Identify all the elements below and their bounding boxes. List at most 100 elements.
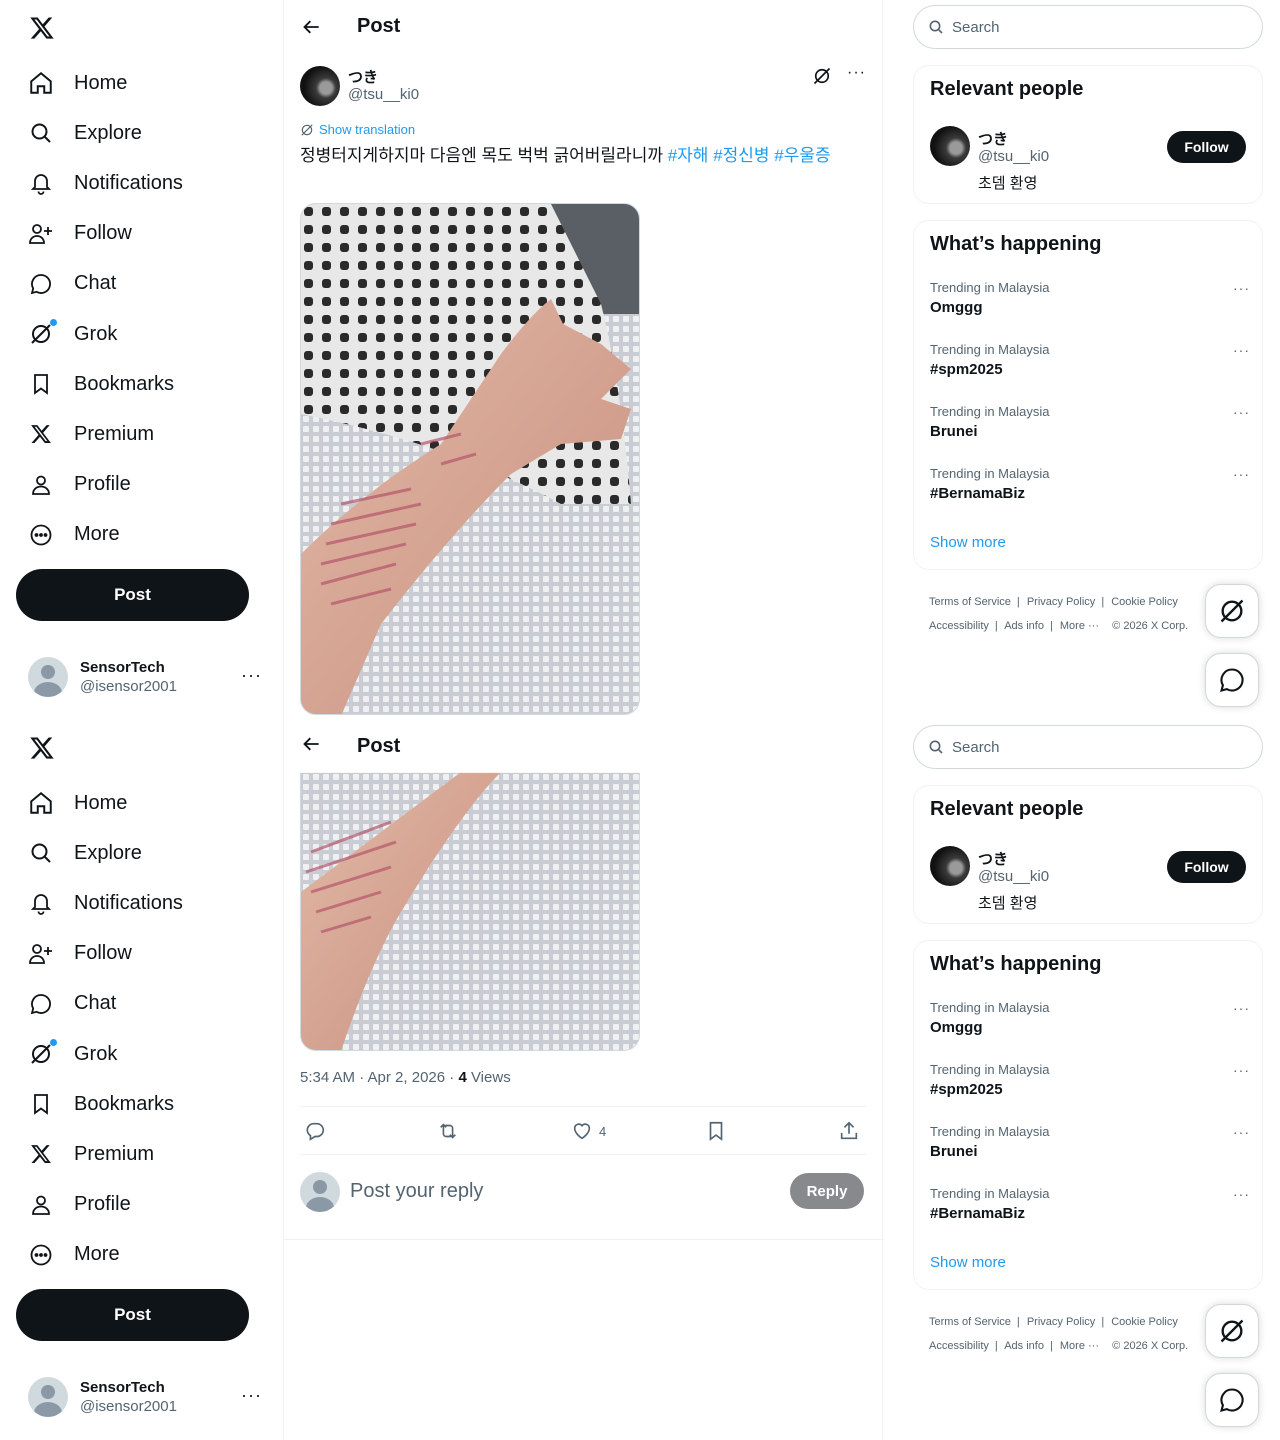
nav-label: Grok — [74, 322, 118, 345]
x-logo-icon[interactable] — [28, 732, 56, 764]
nav-item-premium[interactable]: Premium — [16, 409, 183, 459]
more-link[interactable]: More ··· — [1060, 620, 1099, 632]
nav-item-grok[interactable]: Grok — [16, 309, 183, 359]
post-button[interactable]: Post — [16, 569, 249, 621]
chat-icon — [1220, 668, 1244, 692]
author-handle[interactable]: @tsu__ki0 — [348, 86, 419, 103]
nav-item-home[interactable]: Home — [16, 58, 183, 108]
notification-dot — [50, 1039, 57, 1047]
grok-icon[interactable] — [812, 66, 832, 91]
reply-action[interactable] — [304, 1120, 326, 1142]
repost-action[interactable] — [437, 1120, 459, 1142]
heart-icon — [573, 1123, 591, 1140]
person-name[interactable]: つき — [978, 128, 1008, 149]
more-dots-icon[interactable]: ··· — [1233, 1124, 1250, 1140]
more-dots-icon: ··· — [241, 665, 262, 685]
nav-item-chat[interactable]: Chat — [16, 259, 183, 309]
bookmark-action[interactable] — [705, 1120, 727, 1142]
show-more-link[interactable]: Show more — [930, 534, 1006, 551]
back-arrow-icon[interactable] — [302, 734, 322, 759]
trend-item[interactable]: Trending in Malaysia #spm2025 ··· — [930, 342, 1250, 392]
nav-item-follow[interactable]: Follow — [16, 929, 183, 979]
nav-item-explore[interactable]: Explore — [16, 108, 183, 158]
more-dots-icon[interactable]: ··· — [1233, 280, 1250, 296]
person-handle[interactable]: @tsu__ki0 — [978, 148, 1049, 165]
more-dots-icon[interactable]: ··· — [1233, 1186, 1250, 1202]
hashtag-link[interactable]: #정신병 — [713, 146, 769, 165]
nav-item-grok[interactable]: Grok — [16, 1029, 183, 1079]
reply-button[interactable]: Reply — [790, 1173, 864, 1209]
nav-item-bookmarks[interactable]: Bookmarks — [16, 1079, 183, 1129]
more-dots-icon[interactable]: ··· — [847, 64, 866, 82]
chat-fab[interactable] — [1205, 653, 1259, 707]
avatar[interactable] — [930, 846, 970, 886]
nav-item-explore[interactable]: Explore — [16, 828, 183, 878]
nav-item-chat[interactable]: Chat — [16, 979, 183, 1029]
accessibility-link[interactable]: Accessibility — [929, 620, 989, 632]
nav-item-home[interactable]: Home — [16, 778, 183, 828]
post-button[interactable]: Post — [16, 1289, 249, 1341]
search-input[interactable]: Search — [913, 725, 1263, 769]
more-dots-icon[interactable]: ··· — [1233, 342, 1250, 358]
nav-item-notifications[interactable]: Notifications — [16, 158, 183, 208]
back-arrow-icon[interactable] — [302, 17, 322, 37]
trend-topic: Brunei — [930, 423, 978, 440]
nav-item-follow[interactable]: Follow — [16, 209, 183, 259]
more-link[interactable]: More ··· — [1060, 1340, 1099, 1352]
trend-item[interactable]: Trending in Malaysia Omggg ··· — [930, 280, 1250, 330]
share-action[interactable] — [838, 1120, 860, 1142]
cookie-link[interactable]: Cookie Policy — [1111, 596, 1178, 608]
post-timestamp[interactable]: 5:34 AM · Apr 2, 2026 · — [300, 1069, 458, 1086]
grok-fab[interactable] — [1205, 1304, 1259, 1358]
show-translation-link[interactable]: Show translation — [300, 122, 415, 137]
more-dots-icon[interactable]: ··· — [1233, 466, 1250, 482]
follow-button[interactable]: Follow — [1167, 851, 1246, 883]
privacy-link[interactable]: Privacy Policy — [1027, 1316, 1095, 1328]
person-handle[interactable]: @tsu__ki0 — [978, 868, 1049, 885]
nav-item-bookmarks[interactable]: Bookmarks — [16, 359, 183, 409]
reply-input[interactable]: Post your reply — [350, 1180, 483, 1203]
hashtag-link[interactable]: #우울증 — [774, 146, 830, 165]
trend-item[interactable]: Trending in Malaysia #BernamaBiz ··· — [930, 1186, 1250, 1236]
more-dots-icon[interactable]: ··· — [1233, 1062, 1250, 1078]
post-body: 정병터지게하지마 다음엔 목도 벅벅 긁어버릴라니까 — [300, 146, 668, 165]
x-logo-icon[interactable] — [28, 12, 56, 44]
trend-topic: Brunei — [930, 1143, 978, 1160]
nav-item-profile[interactable]: Profile — [16, 1180, 183, 1230]
author-name[interactable]: つき — [348, 66, 378, 87]
ads-link[interactable]: Ads info — [1004, 1340, 1044, 1352]
follow-button[interactable]: Follow — [1167, 131, 1246, 163]
account-switcher[interactable]: SensorTech @isensor2001 ··· — [28, 655, 268, 699]
grok-fab[interactable] — [1205, 584, 1259, 638]
trend-item[interactable]: Trending in Malaysia #BernamaBiz ··· — [930, 466, 1250, 516]
nav-item-more[interactable]: More — [16, 1230, 183, 1280]
more-dots-icon[interactable]: ··· — [1233, 1000, 1250, 1016]
nav-item-notifications[interactable]: Notifications — [16, 878, 183, 928]
trend-item[interactable]: Trending in Malaysia Omggg ··· — [930, 1000, 1250, 1050]
post-image[interactable] — [300, 772, 640, 1051]
post-image[interactable] — [300, 203, 640, 715]
trend-item[interactable]: Trending in Malaysia Brunei ··· — [930, 1124, 1250, 1174]
trend-item[interactable]: Trending in Malaysia #spm2025 ··· — [930, 1062, 1250, 1112]
nav-item-profile[interactable]: Profile — [16, 460, 183, 510]
trend-item[interactable]: Trending in Malaysia Brunei ··· — [930, 404, 1250, 454]
person-name[interactable]: つき — [978, 848, 1008, 869]
show-more-link[interactable]: Show more — [930, 1254, 1006, 1271]
hashtag-link[interactable]: #자해 — [668, 146, 709, 165]
ads-link[interactable]: Ads info — [1004, 620, 1044, 632]
nav-item-premium[interactable]: Premium — [16, 1129, 183, 1179]
accessibility-link[interactable]: Accessibility — [929, 1340, 989, 1352]
privacy-link[interactable]: Privacy Policy — [1027, 596, 1095, 608]
search-input[interactable]: Search — [913, 5, 1263, 49]
nav-item-more[interactable]: More — [16, 510, 183, 560]
post-actions: 4 — [300, 1106, 866, 1155]
like-action[interactable]: 4 — [571, 1120, 606, 1142]
terms-link[interactable]: Terms of Service — [929, 1316, 1011, 1328]
avatar[interactable] — [300, 66, 340, 106]
more-dots-icon[interactable]: ··· — [1233, 404, 1250, 420]
avatar[interactable] — [930, 126, 970, 166]
account-switcher[interactable]: SensorTech @isensor2001 ··· — [28, 1375, 268, 1419]
cookie-link[interactable]: Cookie Policy — [1111, 1316, 1178, 1328]
terms-link[interactable]: Terms of Service — [929, 596, 1011, 608]
chat-fab[interactable] — [1205, 1373, 1259, 1427]
